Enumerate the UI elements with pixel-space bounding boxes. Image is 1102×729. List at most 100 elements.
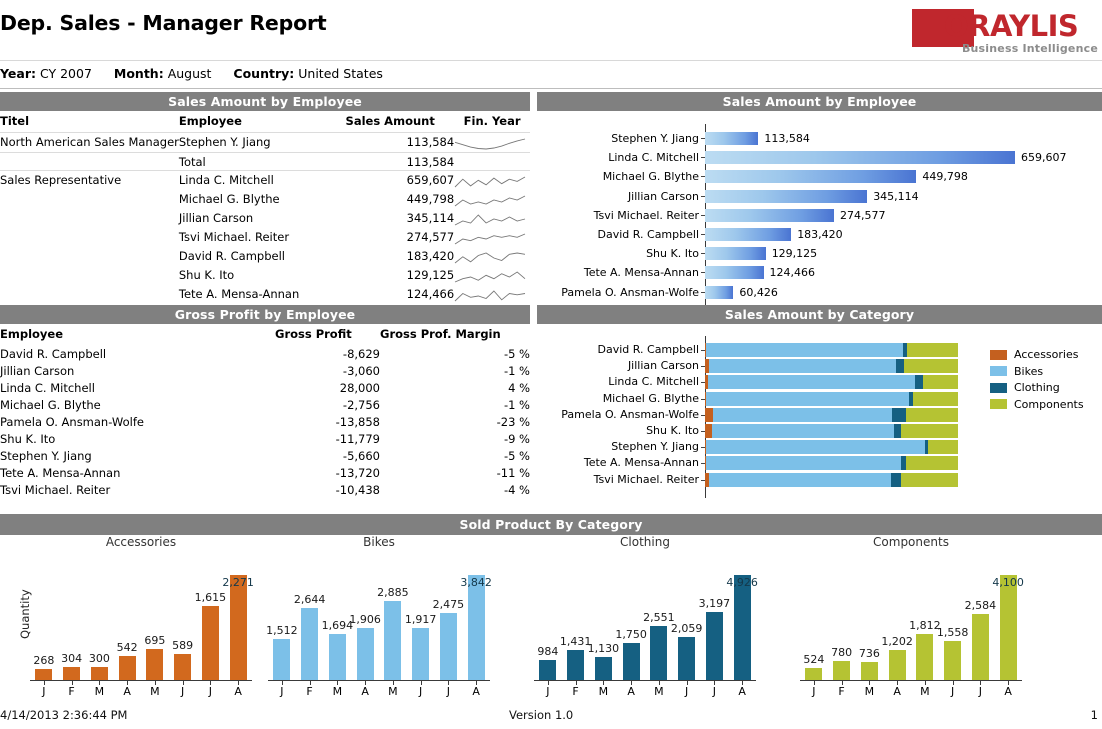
bar[interactable]: [229, 575, 247, 681]
stacked-segment-clothing[interactable]: [893, 423, 902, 438]
bar-value-label: 1,202: [881, 634, 913, 648]
table-row: Stephen Y. Jiang -5,660 -5 %: [0, 447, 530, 464]
bar-value-label: 60,426: [739, 285, 778, 299]
bar[interactable]: [705, 266, 764, 280]
stacked-segment-clothing[interactable]: [890, 472, 902, 487]
param-value-month[interactable]: August: [168, 66, 212, 81]
column-header[interactable]: Fin. Year: [454, 111, 530, 133]
column-header[interactable]: Titel: [0, 111, 179, 133]
bar[interactable]: [705, 227, 792, 241]
bar[interactable]: [705, 247, 766, 261]
bar[interactable]: [944, 640, 962, 681]
stacked-segment-clothing[interactable]: [895, 359, 904, 374]
bar[interactable]: [999, 575, 1017, 681]
legend-item[interactable]: Components: [990, 398, 1084, 411]
stacked-segment-clothing[interactable]: [891, 407, 906, 422]
bar[interactable]: [705, 612, 723, 681]
bar-value-label: 129,125: [771, 247, 818, 261]
bar[interactable]: [705, 170, 917, 184]
bar[interactable]: [650, 626, 668, 681]
bar-category-label: Jillian Carson: [627, 359, 699, 373]
column-header[interactable]: Gross Prof. Margin: [380, 324, 530, 345]
bar[interactable]: [594, 656, 612, 681]
stacked-segment-bikes[interactable]: [705, 343, 903, 357]
bar[interactable]: [539, 659, 557, 681]
stacked-segment-bikes[interactable]: [708, 472, 891, 487]
x-axis-label: J: [684, 685, 689, 698]
column-header[interactable]: Gross Profit: [275, 324, 380, 345]
bar[interactable]: [273, 639, 291, 681]
y-axis-label: Quantity: [18, 589, 32, 639]
x-axis-label: M: [864, 685, 875, 698]
bar[interactable]: [678, 636, 696, 681]
bar[interactable]: [705, 189, 868, 203]
stacked-segment-accessories[interactable]: [705, 423, 712, 438]
stacked-segment-bikes[interactable]: [705, 391, 909, 406]
bar[interactable]: [622, 643, 640, 681]
bar[interactable]: [201, 605, 219, 681]
bar[interactable]: [467, 575, 485, 681]
stacked-segment-components[interactable]: [905, 407, 958, 422]
param-value-year[interactable]: CY 2007: [40, 66, 92, 81]
stacked-segment-components[interactable]: [906, 343, 958, 357]
stacked-segment-components[interactable]: [922, 375, 958, 390]
bar-category-label: Tsvi Michael. Reiter: [593, 208, 699, 222]
bar[interactable]: [705, 208, 834, 222]
column-header[interactable]: Employee: [0, 324, 275, 345]
bar-value-label: 345,114: [873, 189, 919, 203]
logo-wordmark: ORAYLIS: [944, 9, 1079, 43]
bar[interactable]: [118, 655, 136, 681]
table-row: Michael G. Blythe 449,798: [0, 190, 530, 209]
stacked-segment-bikes[interactable]: [713, 407, 892, 422]
stacked-segment-components[interactable]: [901, 472, 958, 487]
panel-sales-amount-chart: Sales Amount by Employee Stephen Y. Jian…: [537, 92, 1102, 313]
bar[interactable]: [833, 660, 851, 681]
bar[interactable]: [733, 575, 751, 681]
stacked-bar-row: Tsvi Michael. Reiter: [594, 472, 958, 488]
bar[interactable]: [971, 614, 989, 681]
bar[interactable]: [439, 612, 457, 681]
stacked-segment-components[interactable]: [913, 391, 958, 406]
stacked-segment-bikes[interactable]: [707, 375, 916, 390]
param-value-country[interactable]: United States: [298, 66, 383, 81]
stacked-segment-clothing[interactable]: [915, 375, 923, 390]
stacked-segment-components[interactable]: [928, 440, 958, 455]
bar[interactable]: [705, 285, 734, 299]
stacked-segment-bikes[interactable]: [706, 456, 901, 471]
bar[interactable]: [328, 634, 346, 681]
legend-label: Components: [1014, 397, 1084, 411]
cell-gross-profit-margin: -9 %: [503, 431, 530, 446]
cell-employee: Tete A. Mensa-Annan: [178, 286, 300, 301]
legend-swatch-icon: [990, 399, 1007, 409]
bar[interactable]: [705, 132, 759, 145]
bar[interactable]: [888, 649, 906, 681]
legend-item[interactable]: Clothing: [990, 381, 1084, 394]
stacked-segment-components[interactable]: [901, 423, 958, 438]
bar-value-label: 274,577: [840, 208, 886, 222]
cell-employee: Stephen Y. Jiang: [0, 448, 92, 463]
cell-sales-amount: 659,607: [345, 170, 455, 190]
bar[interactable]: [916, 634, 934, 681]
bar[interactable]: [412, 628, 430, 681]
stacked-segment-bikes[interactable]: [708, 359, 896, 374]
column-header[interactable]: Sales Amount: [346, 111, 455, 133]
bar[interactable]: [356, 628, 374, 681]
bar[interactable]: [174, 653, 192, 681]
stacked-segment-bikes[interactable]: [711, 423, 894, 438]
bar[interactable]: [146, 648, 164, 681]
bar[interactable]: [301, 608, 319, 681]
bar[interactable]: [567, 650, 585, 681]
legend-item[interactable]: Accessories: [990, 348, 1084, 361]
stacked-segment-components[interactable]: [903, 359, 958, 374]
cell-title: [0, 285, 179, 304]
stacked-segment-accessories[interactable]: [705, 407, 714, 422]
legend-item[interactable]: Bikes: [990, 365, 1084, 378]
panel-title-sold-product: Sold Product By Category: [0, 514, 1102, 535]
table-row: Shu K. Ito 129,125: [0, 266, 530, 285]
bar[interactable]: [705, 151, 1015, 165]
stacked-segment-bikes[interactable]: [705, 440, 925, 455]
bar[interactable]: [384, 601, 402, 681]
bar[interactable]: [860, 662, 878, 681]
column-header[interactable]: Employee: [179, 111, 346, 133]
stacked-segment-components[interactable]: [906, 456, 958, 471]
